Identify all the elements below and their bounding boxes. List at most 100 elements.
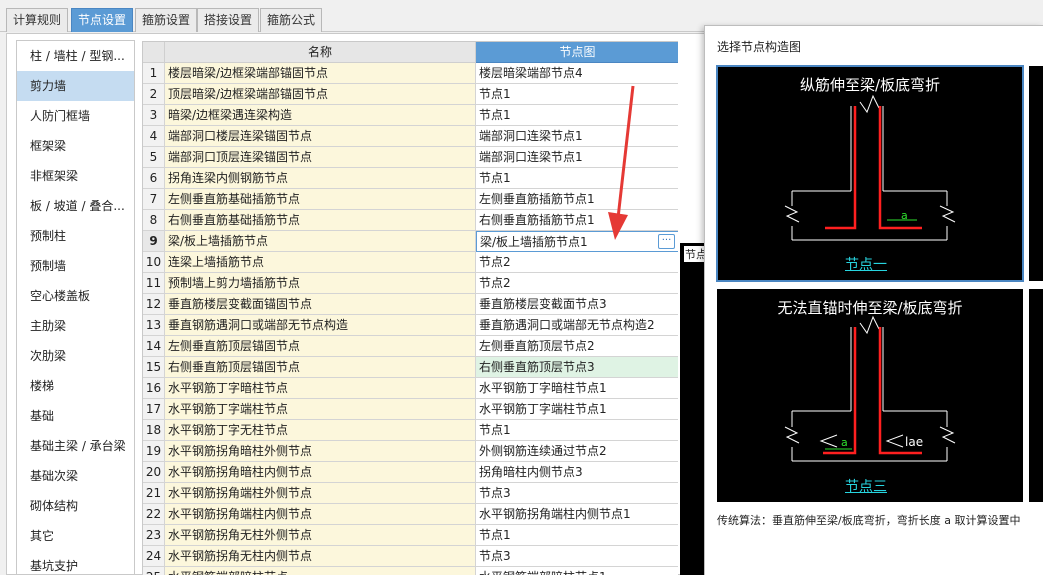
node-column-header[interactable]: 节点图: [476, 42, 678, 63]
table-row[interactable]: 2 顶层暗梁/边框梁端部锚固节点 节点1: [143, 84, 678, 105]
node-name-cell[interactable]: 水平钢筋拐角端柱内侧节点: [165, 504, 476, 525]
node-name-cell[interactable]: 右侧垂直筋基础插筋节点: [165, 210, 476, 231]
node-name-cell[interactable]: 水平钢筋拐角暗柱外侧节点: [165, 441, 476, 462]
node-name-cell[interactable]: 水平钢筋丁字无柱节点: [165, 420, 476, 441]
node-diagram-cell[interactable]: 端部洞口连梁节点1: [476, 126, 678, 147]
table-row[interactable]: 23 水平钢筋拐角无柱外侧节点 节点1: [143, 525, 678, 546]
node-name-cell[interactable]: 梁/板上墙插筋节点: [165, 231, 476, 252]
category-item[interactable]: 其它: [17, 521, 134, 551]
node-name-cell[interactable]: 水平钢筋拐角暗柱内侧节点: [165, 462, 476, 483]
node-name-cell[interactable]: 拐角连梁内侧钢筋节点: [165, 168, 476, 189]
name-column-header[interactable]: 名称: [165, 42, 476, 63]
node-name-cell[interactable]: 顶层暗梁/边框梁端部锚固节点: [165, 84, 476, 105]
table-row[interactable]: 11 预制墙上剪力墙插筋节点 节点2: [143, 273, 678, 294]
node-name-cell[interactable]: 水平钢筋端部暗柱节点: [165, 567, 476, 575]
node-diagram-cell[interactable]: 垂直筋楼层变截面节点3: [476, 294, 678, 315]
node-diagram-cell[interactable]: 水平钢筋拐角端柱内侧节点1: [476, 504, 678, 525]
category-item[interactable]: 非框架梁: [17, 161, 134, 191]
node-diagram-cell[interactable]: 梁/板上墙插筋节点1 ···: [476, 231, 678, 252]
node-name-cell[interactable]: 垂直筋楼层变截面锚固节点: [165, 294, 476, 315]
node-diagram-cell[interactable]: 水平钢筋丁字暗柱节点1: [476, 378, 678, 399]
node-diagram-cell[interactable]: 节点1: [476, 168, 678, 189]
table-row[interactable]: 17 水平钢筋丁字端柱节点 水平钢筋丁字端柱节点1: [143, 399, 678, 420]
node-diagram-cell[interactable]: 水平钢筋丁字端柱节点1: [476, 399, 678, 420]
category-item[interactable]: 预制墙: [17, 251, 134, 281]
node-diagram-cell[interactable]: 节点1: [476, 420, 678, 441]
table-row[interactable]: 6 拐角连梁内侧钢筋节点 节点1: [143, 168, 678, 189]
category-item[interactable]: 框架梁: [17, 131, 134, 161]
table-row[interactable]: 14 左侧垂直筋顶层锚固节点 左侧垂直筋顶层节点2: [143, 336, 678, 357]
node-diagram-cell[interactable]: 节点1: [476, 105, 678, 126]
node-diagram-cell[interactable]: 端部洞口连梁节点1: [476, 147, 678, 168]
node-name-cell[interactable]: 左侧垂直筋基础插筋节点: [165, 189, 476, 210]
node-diagram-cell[interactable]: 左侧垂直筋插筋节点1: [476, 189, 678, 210]
node-card-3-label[interactable]: 节点三: [845, 476, 887, 496]
node-name-cell[interactable]: 左侧垂直筋顶层锚固节点: [165, 336, 476, 357]
node-name-cell[interactable]: 水平钢筋拐角端柱外侧节点: [165, 483, 476, 504]
node-name-cell[interactable]: 水平钢筋丁字端柱节点: [165, 399, 476, 420]
table-row[interactable]: 20 水平钢筋拐角暗柱内侧节点 拐角暗柱内侧节点3: [143, 462, 678, 483]
tab-node-settings[interactable]: 节点设置: [71, 8, 134, 32]
category-item[interactable]: 人防门框墙: [17, 101, 134, 131]
node-name-cell[interactable]: 端部洞口楼层连梁锚固节点: [165, 126, 476, 147]
category-item[interactable]: 砌体结构: [17, 491, 134, 521]
category-item[interactable]: 基础: [17, 401, 134, 431]
table-row[interactable]: 13 垂直钢筋遇洞口或端部无节点构造 垂直筋遇洞口或端部无节点构造2: [143, 315, 678, 336]
category-item[interactable]: 空心楼盖板: [17, 281, 134, 311]
node-card-4-partial[interactable]: [1029, 289, 1043, 502]
node-diagram-cell[interactable]: 节点2: [476, 252, 678, 273]
node-diagram-cell[interactable]: 外侧钢筋连续通过节点2: [476, 441, 678, 462]
node-diagram-cell[interactable]: 垂直筋遇洞口或端部无节点构造2: [476, 315, 678, 336]
table-row[interactable]: 25水平钢筋端部暗柱节点水平钢筋端部暗柱节点1: [143, 567, 678, 575]
node-diagram-cell[interactable]: 节点1: [476, 525, 678, 546]
node-name-cell[interactable]: 水平钢筋拐角无柱内侧节点: [165, 546, 476, 567]
node-name-cell[interactable]: 端部洞口顶层连梁锚固节点: [165, 147, 476, 168]
table-row[interactable]: 1 楼层暗梁/边框梁端部锚固节点 楼层暗梁端部节点4: [143, 63, 678, 84]
node-card-1-label[interactable]: 节点一: [845, 254, 887, 274]
node-diagram-cell[interactable]: 拐角暗柱内侧节点3: [476, 462, 678, 483]
table-row[interactable]: 22 水平钢筋拐角端柱内侧节点 水平钢筋拐角端柱内侧节点1: [143, 504, 678, 525]
node-diagram-cell[interactable]: 右侧垂直筋顶层节点3: [476, 357, 678, 378]
ellipsis-button[interactable]: ···: [658, 234, 675, 249]
node-diagram-cell[interactable]: 节点2: [476, 273, 678, 294]
node-diagram-cell[interactable]: 节点3: [476, 483, 678, 504]
tab-lap-settings[interactable]: 搭接设置: [197, 8, 260, 32]
table-row[interactable]: 9 梁/板上墙插筋节点 梁/板上墙插筋节点1 ···: [143, 231, 678, 252]
table-row[interactable]: 19 水平钢筋拐角暗柱外侧节点 外侧钢筋连续通过节点2: [143, 441, 678, 462]
table-row[interactable]: 12 垂直筋楼层变截面锚固节点 垂直筋楼层变截面节点3: [143, 294, 678, 315]
node-name-cell[interactable]: 楼层暗梁/边框梁端部锚固节点: [165, 63, 476, 84]
node-diagram-cell[interactable]: 楼层暗梁端部节点4: [476, 63, 678, 84]
node-card-2-partial[interactable]: [1029, 66, 1043, 281]
node-diagram-cell[interactable]: 水平钢筋端部暗柱节点1: [476, 567, 678, 575]
tab-calc-rules[interactable]: 计算规则: [6, 8, 69, 32]
table-row[interactable]: 18 水平钢筋丁字无柱节点 节点1: [143, 420, 678, 441]
node-name-cell[interactable]: 连梁上墙插筋节点: [165, 252, 476, 273]
table-row[interactable]: 10 连梁上墙插筋节点 节点2: [143, 252, 678, 273]
node-diagram-cell[interactable]: 节点1: [476, 84, 678, 105]
node-diagram-cell[interactable]: 右侧垂直筋插筋节点1: [476, 210, 678, 231]
node-name-cell[interactable]: 暗梁/边框梁遇连梁构造: [165, 105, 476, 126]
node-name-cell[interactable]: 右侧垂直筋顶层锚固节点: [165, 357, 476, 378]
table-row[interactable]: 7 左侧垂直筋基础插筋节点 左侧垂直筋插筋节点1: [143, 189, 678, 210]
node-card-1[interactable]: a 纵筋伸至梁/板底弯折 节点一: [716, 65, 1024, 282]
category-item[interactable]: 板 / 坡道 / 叠合...: [17, 191, 134, 221]
table-row[interactable]: 16 水平钢筋丁字暗柱节点 水平钢筋丁字暗柱节点1: [143, 378, 678, 399]
node-diagram-cell[interactable]: 左侧垂直筋顶层节点2: [476, 336, 678, 357]
category-item[interactable]: 基础次梁: [17, 461, 134, 491]
category-item[interactable]: 楼梯: [17, 371, 134, 401]
node-name-cell[interactable]: 水平钢筋丁字暗柱节点: [165, 378, 476, 399]
node-name-cell[interactable]: 水平钢筋拐角无柱外侧节点: [165, 525, 476, 546]
table-row[interactable]: 15 右侧垂直筋顶层锚固节点 右侧垂直筋顶层节点3: [143, 357, 678, 378]
table-row[interactable]: 3 暗梁/边框梁遇连梁构造 节点1: [143, 105, 678, 126]
node-diagram-cell[interactable]: 节点3: [476, 546, 678, 567]
node-name-cell[interactable]: 预制墙上剪力墙插筋节点: [165, 273, 476, 294]
node-name-cell[interactable]: 垂直钢筋遇洞口或端部无节点构造: [165, 315, 476, 336]
table-row[interactable]: 8 右侧垂直筋基础插筋节点 右侧垂直筋插筋节点1: [143, 210, 678, 231]
table-row[interactable]: 24 水平钢筋拐角无柱内侧节点 节点3: [143, 546, 678, 567]
table-row[interactable]: 4 端部洞口楼层连梁锚固节点 端部洞口连梁节点1: [143, 126, 678, 147]
tab-stirrup-settings[interactable]: 箍筋设置: [135, 8, 198, 32]
category-item[interactable]: 基础主梁 / 承台梁: [17, 431, 134, 461]
tab-stirrup-formula[interactable]: 箍筋公式: [260, 8, 323, 32]
category-item[interactable]: 次肋梁: [17, 341, 134, 371]
table-row[interactable]: 5 端部洞口顶层连梁锚固节点 端部洞口连梁节点1: [143, 147, 678, 168]
